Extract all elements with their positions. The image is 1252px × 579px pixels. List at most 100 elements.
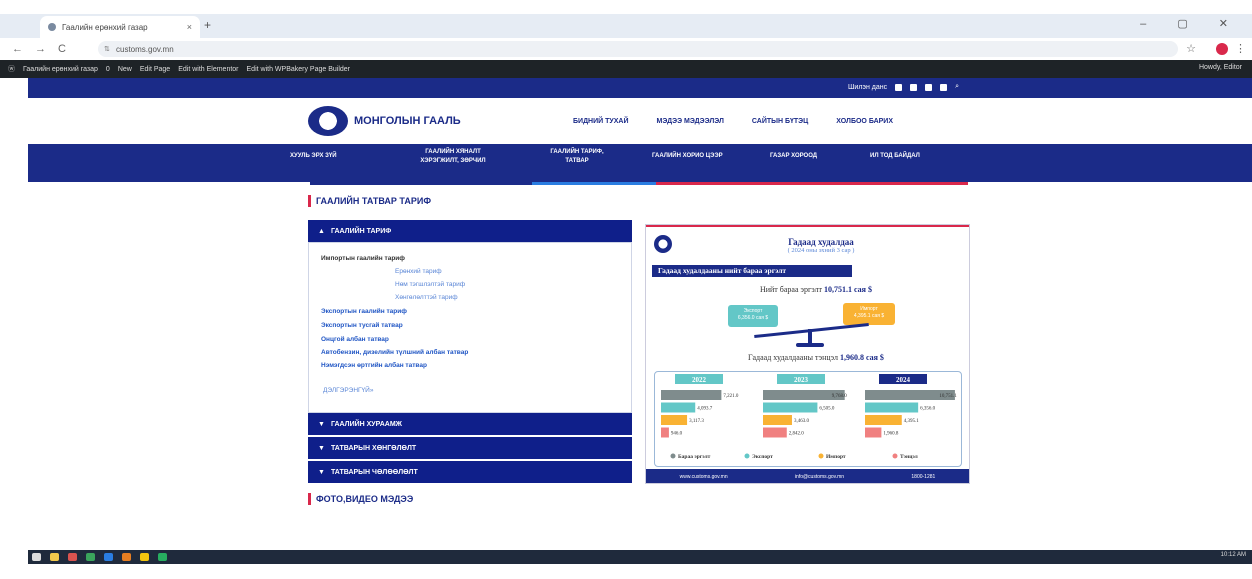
profile-avatar-icon[interactable]	[1216, 43, 1228, 55]
trade-infographic[interactable]: Гадаад худалдаа ( 2024 оны эхний 3 сар )…	[645, 224, 970, 484]
window-controls[interactable]: – ▢ ✕	[1140, 17, 1242, 30]
tray-clock: 10:12 AM	[1220, 552, 1246, 558]
bar-value-label: 4,395.1	[904, 419, 920, 424]
app-icon[interactable]	[68, 553, 77, 561]
email-icon[interactable]	[940, 83, 948, 91]
youtube-icon[interactable]	[925, 83, 933, 91]
export-label: Экспорт	[743, 308, 763, 314]
admin-new[interactable]: New	[118, 66, 132, 73]
admin-elementor[interactable]: Edit with Elementor	[178, 66, 238, 73]
facebook-icon[interactable]	[895, 83, 903, 91]
import-label: Импорт	[860, 306, 878, 312]
bar-value-label: 6,356.0	[920, 407, 936, 412]
nav-sitemap[interactable]: САЙТЫН БҮТЭЦ	[752, 118, 808, 125]
legend-swatch	[818, 453, 824, 459]
subnav-tariff[interactable]: ГААЛИЙН ТАРИФ, ТАТВАР	[542, 148, 612, 166]
accordion-relief-header[interactable]: ▼ ТАТВАРЫН ХӨНГӨЛӨЛТ	[308, 437, 632, 459]
accordion-exemption-label: ТАТВАРЫН ЧӨЛӨӨЛӨЛТ	[330, 468, 418, 476]
tab-title: Гаалийн ерөнхий газар	[62, 22, 148, 32]
wp-admin-bar: ⓦ Гаалийн ерөнхий газар 0 New Edit Page …	[0, 60, 1252, 78]
legend-swatch	[892, 453, 898, 459]
scale-base	[796, 343, 824, 347]
link-export-tariff[interactable]: Экспортын гаалийн тариф	[321, 308, 407, 315]
new-tab-button[interactable]: +	[204, 18, 211, 32]
favicon-icon	[48, 23, 56, 31]
year-label: 2024	[896, 376, 911, 384]
infographic-title: Гадаад худалдаа	[788, 237, 854, 247]
admin-comments[interactable]: 0	[106, 66, 110, 73]
start-icon[interactable]	[32, 553, 41, 561]
more-link[interactable]: ДЭЛГЭРЭНГҮЙ»	[323, 387, 373, 394]
top-strip-links: Шилэн данс ⌕	[848, 83, 959, 91]
export-box: Экспорт 6,356.0 сая $	[728, 305, 778, 327]
admin-edit-page[interactable]: Edit Page	[140, 66, 170, 73]
admin-wpbakery[interactable]: Edit with WPBakery Page Builder	[247, 66, 351, 73]
legend-swatch	[744, 453, 750, 459]
subnav-quarantine[interactable]: ГААЛИЙН ХОРИО ЦЭЭР	[652, 152, 723, 161]
browser-tab-bar: Гаалийн ерөнхий газар × + – ▢ ✕	[0, 14, 1252, 38]
total-label: Нийт бараа эргэлт	[759, 285, 823, 294]
site-logo-text[interactable]: МОНГОЛЫН ГААЛЬ	[354, 115, 461, 127]
app-icon[interactable]	[104, 553, 113, 561]
tab-close-icon[interactable]: ×	[187, 22, 192, 32]
infographic-subtitle: ( 2024 оны эхний 3 сар )	[787, 247, 855, 254]
twitter-icon[interactable]	[910, 83, 918, 91]
subnav-offices[interactable]: ГАЗАР ХОРООД	[770, 152, 817, 161]
bookmark-star-icon[interactable]: ☆	[1186, 42, 1196, 55]
reload-button[interactable]: C	[58, 43, 66, 55]
browser-tab[interactable]: Гаалийн ерөнхий газар ×	[40, 16, 200, 38]
admin-howdy[interactable]: Howdy, Editor	[1199, 64, 1242, 71]
subnav-control[interactable]: ГААЛИЙН ХЯНАЛТ ХЭРЭГЖИЛТ, ЗӨРЧИЛ	[408, 148, 498, 166]
infographic-logo-icon	[654, 235, 672, 253]
app-icon[interactable]	[140, 553, 149, 561]
url-text: customs.gov.mn	[116, 44, 174, 54]
forward-button[interactable]: →	[35, 43, 46, 55]
chevron-down-icon: ▼	[318, 444, 325, 452]
nav-about[interactable]: БИДНИЙ ТУХАЙ	[573, 118, 629, 125]
nav-contact[interactable]: ХОЛБОО БАРИХ	[836, 118, 893, 125]
customs-logo-icon[interactable]	[308, 106, 348, 136]
app-icon[interactable]	[122, 553, 131, 561]
menu-kebab-icon[interactable]: ⋮	[1235, 42, 1246, 55]
bar-1	[661, 402, 696, 413]
link-general-tariff[interactable]: Ерөнхий тариф	[395, 268, 442, 275]
admin-site-name[interactable]: Гаалийн ерөнхий газар	[23, 66, 98, 73]
subnav-accent-navy	[310, 182, 532, 185]
link-import-tariff[interactable]: Импортын гаалийн тариф	[321, 255, 405, 262]
accordion-exemption-header[interactable]: ▼ ТАТВАРЫН ЧӨЛӨӨЛӨЛТ	[308, 461, 632, 483]
back-button[interactable]: ←	[12, 43, 23, 55]
nav-news[interactable]: МЭДЭЭ МЭДЭЭЛЭЛ	[657, 118, 724, 125]
year-label: 2022	[692, 376, 707, 384]
bar-value-label: 10,751.1	[939, 394, 957, 399]
accordion-fees-header[interactable]: ▼ ГААЛИЙН ХУРААМЖ	[308, 413, 632, 435]
bar-1	[865, 402, 919, 413]
screenshot-frame: Гаалийн ерөнхий газар × + – ▢ ✕ ← → C ⇅ …	[0, 0, 1252, 579]
subnav-transparency[interactable]: ИЛ ТОД БАЙДАЛ	[870, 152, 920, 161]
explorer-icon[interactable]	[50, 553, 59, 561]
link-preferential-tariff[interactable]: Хөнгөлөлттэй тариф	[395, 294, 458, 301]
address-bar[interactable]: ⇅ customs.gov.mn	[98, 41, 1178, 57]
link-fuel-tax[interactable]: Автобензин, дизелийн түлшний албан татва…	[321, 349, 468, 356]
feedback-link[interactable]: Шилэн данс	[848, 84, 887, 91]
accordion-tariff-header[interactable]: ▲ ГААЛИЙН ТАРИФ	[308, 220, 632, 242]
legend-label: Тэнцэл	[900, 454, 918, 460]
sub-nav: ХУУЛЬ ЭРХ ЗҮЙ ГААЛИЙН ХЯНАЛТ ХЭРЭГЖИЛТ, …	[28, 144, 1252, 182]
bar-value-label: 6,505.0	[819, 407, 835, 412]
link-vat[interactable]: Нэмэгдсэн өртгийн албан татвар	[321, 362, 427, 369]
wp-logo-icon[interactable]: ⓦ	[8, 64, 15, 74]
bar-value-label: 4,093.7	[697, 407, 713, 412]
site-info-icon[interactable]: ⇅	[104, 45, 110, 53]
balance-value: 1,960.8 сая $	[839, 353, 884, 362]
export-value: 6,356.0 сая $	[737, 315, 769, 321]
app-icon[interactable]	[86, 553, 95, 561]
subnav-accent-red	[656, 182, 968, 185]
link-excise-tax[interactable]: Онцгой албан татвар	[321, 336, 389, 343]
subnav-accent-blue	[532, 182, 656, 185]
link-equal-tariff[interactable]: Нөм тэгшлэлтэй тариф	[395, 281, 465, 288]
subnav-law[interactable]: ХУУЛЬ ЭРХ ЗҮЙ	[290, 152, 337, 161]
search-icon[interactable]: ⌕	[955, 83, 959, 91]
link-export-special-tax[interactable]: Экспортын тусгай татвар	[321, 322, 403, 329]
chrome-icon[interactable]	[158, 553, 167, 561]
infographic-top-line	[646, 225, 969, 227]
footer-email: info@customs.gov.mn	[794, 474, 845, 480]
